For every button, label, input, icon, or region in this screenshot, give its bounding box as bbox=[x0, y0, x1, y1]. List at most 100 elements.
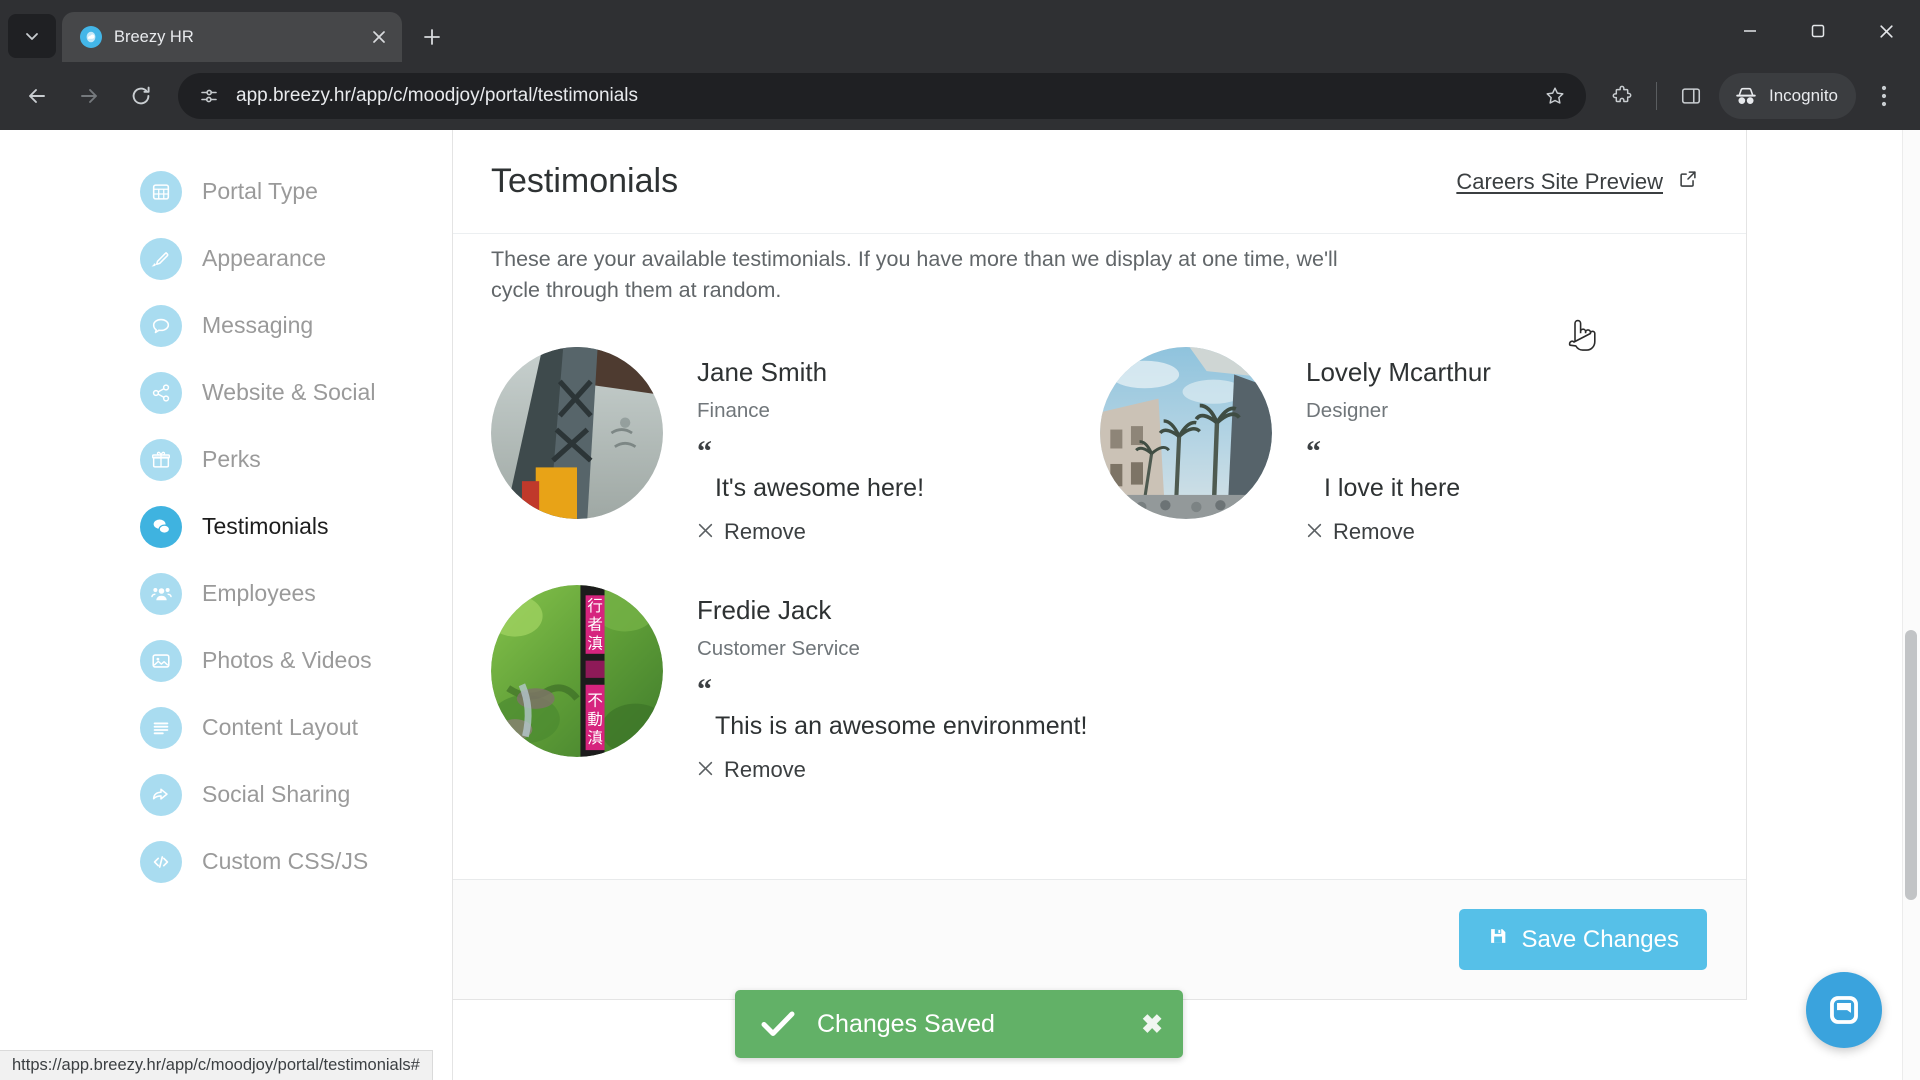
kebab-menu-icon bbox=[1881, 85, 1887, 107]
sidebar-item-label: Testimonials bbox=[202, 513, 329, 539]
image-icon bbox=[140, 639, 182, 682]
chat-icon bbox=[1830, 996, 1858, 1024]
chat-bubble-icon bbox=[140, 304, 182, 347]
browser-toolbar: app.breezy.hr/app/c/moodjoy/portal/testi… bbox=[0, 62, 1920, 130]
svg-text:滇: 滇 bbox=[587, 635, 602, 653]
extensions-button[interactable] bbox=[1600, 74, 1644, 118]
browser-tab[interactable]: Breezy HR bbox=[62, 12, 402, 62]
sidebar-item-photos-videos[interactable]: Photos & Videos bbox=[0, 627, 452, 694]
sidebar-item-employees[interactable]: Employees bbox=[0, 560, 452, 627]
url-text: app.breezy.hr/app/c/moodjoy/portal/testi… bbox=[236, 85, 639, 106]
remove-testimonial-button[interactable]: Remove bbox=[697, 519, 924, 545]
tab-search-button[interactable] bbox=[8, 14, 56, 58]
avatar bbox=[1100, 347, 1272, 520]
save-changes-button[interactable]: Save Changes bbox=[1458, 909, 1707, 970]
back-button[interactable] bbox=[14, 73, 60, 119]
quote-mark-icon: “ bbox=[697, 435, 712, 469]
paintbrush-icon bbox=[140, 237, 182, 280]
sidebar-item-label: Content Layout bbox=[202, 714, 359, 740]
share-icon bbox=[140, 371, 182, 414]
remove-label: Remove bbox=[724, 519, 806, 545]
sidebar-item-messaging[interactable]: Messaging bbox=[0, 292, 452, 359]
tab-strip: Breezy HR bbox=[0, 0, 1920, 62]
incognito-icon bbox=[1736, 87, 1756, 104]
minimize-button[interactable] bbox=[1716, 0, 1784, 62]
reload-icon bbox=[132, 86, 150, 105]
sidebar-item-social-sharing[interactable]: Social Sharing bbox=[0, 761, 452, 828]
card-footer: Save Changes bbox=[453, 879, 1746, 999]
side-panel-icon bbox=[1681, 88, 1701, 104]
sidebar-item-label: Portal Type bbox=[202, 178, 318, 204]
testimonials-card: Testimonials Careers Site Preview These … bbox=[453, 130, 1747, 1000]
close-icon[interactable]: ✖ bbox=[1141, 1011, 1163, 1037]
minimize-icon bbox=[1744, 30, 1756, 32]
reload-button[interactable] bbox=[118, 73, 164, 119]
testimonials-grid: Jane Smith Finance “ It's awesome here! … bbox=[491, 347, 1709, 823]
new-tab-button[interactable] bbox=[412, 17, 452, 57]
remove-testimonial-button[interactable]: Remove bbox=[1306, 519, 1491, 545]
code-icon bbox=[140, 840, 182, 883]
city-photo bbox=[1100, 347, 1272, 520]
page-viewport: Portal Type Appearance Messaging Website… bbox=[0, 130, 1920, 1080]
sidebar-item-label: Messaging bbox=[202, 312, 314, 338]
list-icon bbox=[140, 706, 182, 749]
main-content: Testimonials Careers Site Preview These … bbox=[452, 130, 1920, 1080]
sidebar-item-testimonials[interactable]: Testimonials bbox=[0, 493, 452, 560]
page-scrollbar[interactable] bbox=[1902, 130, 1920, 1080]
maximize-button[interactable] bbox=[1784, 0, 1852, 62]
svg-text:不: 不 bbox=[587, 692, 602, 709]
svg-text:動: 動 bbox=[587, 710, 602, 728]
sidebar-item-content-layout[interactable]: Content Layout bbox=[0, 694, 452, 761]
bookmark-icon[interactable] bbox=[1538, 85, 1572, 107]
testimonial-info: Fredie Jack Customer Service “ This is a… bbox=[697, 585, 1087, 783]
scrollbar-thumb[interactable] bbox=[1905, 630, 1917, 900]
remove-label: Remove bbox=[1333, 519, 1415, 545]
close-icon bbox=[697, 760, 714, 781]
testimonial-role: Customer Service bbox=[697, 637, 860, 661]
card-header: Testimonials Careers Site Preview bbox=[453, 130, 1746, 234]
quote-mark-icon: “ bbox=[1306, 435, 1321, 469]
share-arrow-icon bbox=[140, 773, 182, 816]
sidebar-item-label: Website & Social bbox=[202, 379, 376, 405]
sidebar-item-label: Photos & Videos bbox=[202, 647, 372, 673]
testimonial-item: Lovely Mcarthur Designer “ I love it her… bbox=[1100, 347, 1709, 545]
testimonial-info: Jane Smith Finance “ It's awesome here! … bbox=[697, 347, 924, 545]
sidebar-item-perks[interactable]: Perks bbox=[0, 426, 452, 493]
sidebar-item-website-social[interactable]: Website & Social bbox=[0, 359, 452, 426]
cloud-icon bbox=[80, 26, 102, 48]
side-panel-button[interactable] bbox=[1669, 74, 1713, 118]
testimonial-role: Designer bbox=[1306, 399, 1389, 423]
forest-photo: 行 者 滇 不 動 滇 bbox=[491, 585, 663, 758]
incognito-indicator[interactable]: Incognito bbox=[1719, 73, 1856, 119]
close-window-button[interactable] bbox=[1852, 0, 1920, 62]
site-settings-icon[interactable] bbox=[194, 81, 224, 111]
support-chat-button[interactable] bbox=[1806, 972, 1882, 1048]
save-label: Save Changes bbox=[1521, 925, 1679, 953]
toast-message: Changes Saved bbox=[817, 1009, 995, 1038]
settings-sidebar: Portal Type Appearance Messaging Website… bbox=[0, 130, 452, 1080]
arrow-right-icon bbox=[81, 89, 97, 103]
testimonial-info: Lovely Mcarthur Designer “ I love it her… bbox=[1306, 347, 1491, 545]
sidebar-item-label: Employees bbox=[202, 580, 316, 606]
chrome-menu-button[interactable] bbox=[1862, 74, 1906, 118]
close-icon bbox=[1306, 522, 1323, 543]
remove-label: Remove bbox=[724, 757, 806, 783]
address-bar[interactable]: app.breezy.hr/app/c/moodjoy/portal/testi… bbox=[178, 73, 1586, 119]
sidebar-item-custom-css-js[interactable]: Custom CSS/JS bbox=[0, 828, 452, 895]
puzzle-icon bbox=[1612, 85, 1632, 103]
testimonial-quote: It's awesome here! bbox=[715, 474, 925, 503]
status-bar-url: https://app.breezy.hr/app/c/moodjoy/port… bbox=[0, 1050, 433, 1080]
sidebar-item-label: Social Sharing bbox=[202, 781, 351, 807]
sidebar-item-appearance[interactable]: Appearance bbox=[0, 225, 452, 292]
remove-testimonial-button[interactable]: Remove bbox=[697, 757, 1087, 783]
sidebar-item-label: Custom CSS/JS bbox=[202, 848, 369, 874]
sidebar-item-portal-type[interactable]: Portal Type bbox=[0, 158, 452, 225]
close-icon[interactable] bbox=[366, 24, 392, 50]
testimonial-item: Jane Smith Finance “ It's awesome here! … bbox=[491, 347, 1100, 545]
avatar: 行 者 滇 不 動 滇 bbox=[491, 585, 663, 758]
careers-site-preview-link[interactable]: Careers Site Preview bbox=[1456, 168, 1699, 196]
forward-button[interactable] bbox=[66, 73, 112, 119]
testimonial-quote: I love it here bbox=[1324, 474, 1461, 503]
arrow-left-icon bbox=[29, 89, 45, 103]
check-icon bbox=[761, 1010, 795, 1038]
